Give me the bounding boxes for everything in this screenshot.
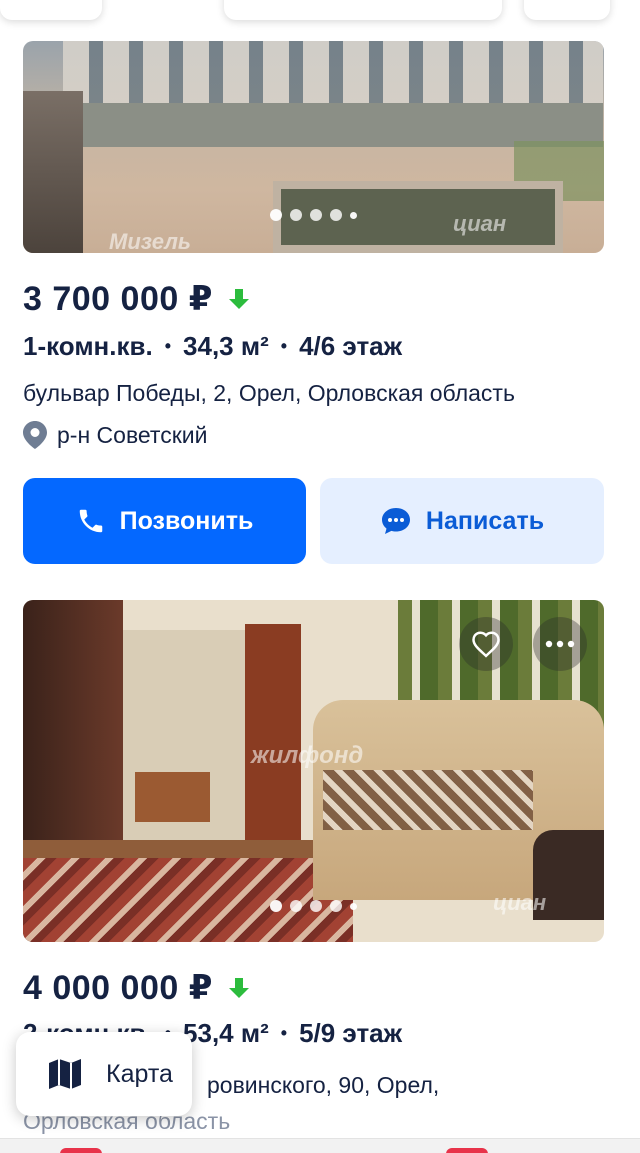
message-button[interactable]: Написать <box>320 478 604 564</box>
chat-bubble-icon <box>381 508 410 534</box>
district-label: р-н Советский <box>57 421 208 448</box>
pagination-dot <box>310 209 322 221</box>
call-button-label: Позвонить <box>119 506 254 535</box>
photo-monument <box>23 91 83 253</box>
arrow-down-icon <box>228 978 249 998</box>
listing-floor: 5/9 этаж <box>299 1018 403 1048</box>
pagination-dot-active <box>270 900 282 912</box>
photo-floor <box>23 840 353 860</box>
top-filter-chip-center[interactable] <box>224 0 502 20</box>
pagination-dot <box>290 209 302 221</box>
bottom-nav-badge <box>446 1148 488 1153</box>
map-icon <box>49 1059 81 1089</box>
photo-pagination[interactable] <box>23 209 604 221</box>
more-options-button[interactable] <box>533 617 587 671</box>
pagination-dot <box>350 211 357 219</box>
photo-cabinet <box>135 772 210 822</box>
listing-area: 53,4 м² <box>183 1018 269 1048</box>
phone-icon <box>79 509 102 533</box>
listing-district: р-н Советский <box>23 421 604 449</box>
listing-card[interactable]: жилфонд циан 4 000 000 ₽ 2-комн.кв. • <box>23 600 604 1049</box>
heart-icon <box>472 631 500 658</box>
map-button-label: Карта <box>106 1059 173 1088</box>
listing-address-line1: ровинского, 90, Орел, <box>207 1072 440 1098</box>
call-button[interactable]: Позвонить <box>23 478 306 564</box>
listing-price: 4 000 000 ₽ <box>23 969 213 1007</box>
listing-price: 3 700 000 ₽ <box>23 280 213 318</box>
map-button[interactable]: Карта <box>16 1032 192 1116</box>
price-row: 3 700 000 ₽ <box>23 279 604 319</box>
listing-area: 34,3 м² <box>183 331 269 361</box>
message-button-label: Написать <box>425 506 545 535</box>
listing-photo[interactable]: Мизель циан <box>23 41 604 253</box>
photo-blanket <box>323 770 533 830</box>
separator-dot: • <box>164 336 172 356</box>
photo-pagination[interactable] <box>23 900 604 912</box>
photo-watermark: Мизель <box>109 229 191 253</box>
listing-rooms: 1-комн.кв. <box>23 331 153 361</box>
bottom-nav-badge <box>60 1148 102 1153</box>
listing-params: 1-комн.кв. • 34,3 м² • 4/6 этаж <box>23 331 604 362</box>
top-filter-chip-left[interactable] <box>0 0 102 20</box>
location-pin-icon <box>23 421 47 449</box>
more-dots-icon <box>545 640 575 648</box>
pagination-dot <box>350 902 357 910</box>
pagination-dot <box>310 900 322 912</box>
pagination-dot-active <box>270 209 282 221</box>
listing-address: бульвар Победы, 2, Орел, Орловская облас… <box>23 380 515 406</box>
price-row: 4 000 000 ₽ <box>23 968 604 1008</box>
pagination-dot <box>330 209 342 221</box>
top-filter-chip-right[interactable] <box>524 0 610 20</box>
favorite-button[interactable] <box>459 617 513 671</box>
listing-card[interactable]: Мизель циан 3 700 000 ₽ 1-комн.кв. • 34,… <box>23 41 604 449</box>
pagination-dot <box>330 900 342 912</box>
separator-dot: • <box>280 1023 288 1043</box>
separator-dot: • <box>280 336 288 356</box>
listing-photo[interactable]: жилфонд циан <box>23 600 604 942</box>
arrow-down-icon <box>228 289 249 309</box>
listing-floor: 4/6 этаж <box>299 331 403 361</box>
photo-watermark: жилфонд <box>251 742 364 769</box>
photo-building <box>63 41 603 111</box>
pagination-dot <box>290 900 302 912</box>
